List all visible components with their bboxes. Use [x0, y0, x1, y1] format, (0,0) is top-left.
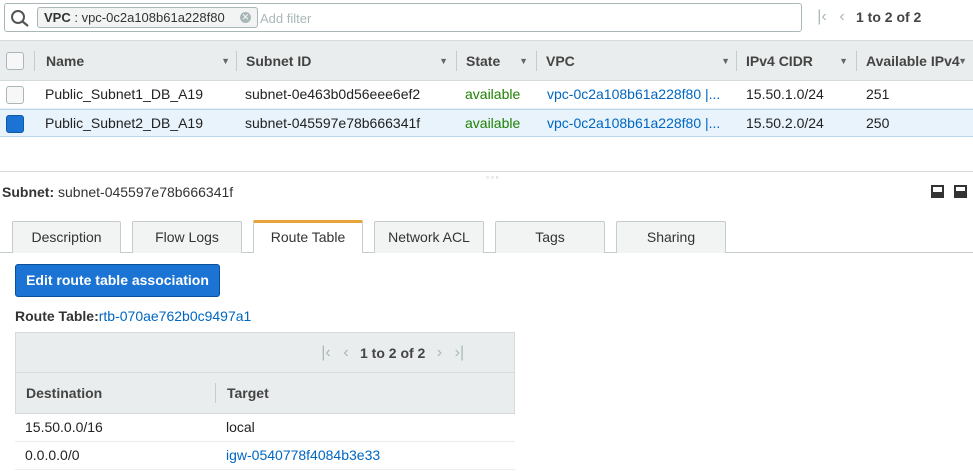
subnet-id: subnet-0e463b0d56eee6ef2: [245, 86, 421, 102]
vpc-link[interactable]: vpc-0c2a108b61a228f80 |...: [547, 110, 725, 137]
last-page-icon[interactable]: ›|: [449, 343, 469, 363]
vpc-link[interactable]: vpc-0c2a108b61a228f80 |...: [547, 81, 725, 108]
filter-bar: VPC : vpc-0c2a108b61a228f80 ✕ |‹ ‹ 1 to …: [0, 0, 973, 36]
details-subnet-id: subnet-045597e78b666341f: [58, 184, 234, 200]
add-filter-input[interactable]: [260, 9, 560, 27]
sort-caret-icon: ▼: [958, 56, 967, 66]
column-separator[interactable]: [856, 51, 857, 71]
tab-sharing[interactable]: Sharing: [616, 221, 726, 253]
collapse-pane-icon[interactable]: [931, 185, 944, 198]
tab-network-acl[interactable]: Network ACL: [374, 221, 484, 253]
routes-table-header: Destination Target: [15, 372, 515, 414]
filter-token[interactable]: VPC : vpc-0c2a108b61a228f80 ✕: [37, 7, 258, 28]
available-ipv4: 250: [866, 115, 890, 131]
filter-token-value: vpc-0c2a108b61a228f80: [81, 10, 225, 25]
sort-caret-icon: ▼: [221, 56, 230, 66]
column-separator[interactable]: [236, 51, 237, 71]
tab-route-table[interactable]: Route Table: [253, 220, 363, 253]
column-separator[interactable]: [456, 51, 457, 71]
route-table-caption: Route Table:: [15, 308, 99, 324]
close-icon[interactable]: ✕: [240, 12, 251, 23]
search-icon: [11, 10, 29, 27]
column-header-destination[interactable]: Destination: [26, 373, 206, 413]
next-page-icon[interactable]: ›: [429, 343, 449, 363]
ipv4-cidr: 15.50.1.0/24: [746, 86, 824, 102]
routes-pagination-text: 1 to 2 of 2: [360, 345, 426, 361]
subnet-id: subnet-045597e78b666341f: [245, 115, 421, 131]
routes-table: |‹ ‹ 1 to 2 of 2 › ›| Destination Target…: [15, 332, 515, 472]
details-tabs: Description Flow Logs Route Table Networ…: [0, 220, 973, 253]
pagination-text: 1 to 2 of 2: [856, 9, 922, 25]
tab-description[interactable]: Description: [12, 221, 121, 253]
row-checkbox[interactable]: [6, 115, 24, 133]
maximize-pane-icon[interactable]: [954, 185, 967, 198]
column-header-name[interactable]: Name ▼: [46, 41, 236, 81]
route-target-link[interactable]: igw-0540778f4084b3e33: [226, 442, 506, 469]
filter-token-key: VPC: [44, 10, 71, 25]
details-label: Subnet:: [2, 184, 55, 200]
route-table-label: Route Table:rtb-070ae762b0c9497a1: [15, 308, 251, 324]
details-title: Subnet: subnet-045597e78b666341f: [2, 184, 233, 200]
ipv4-cidr: 15.50.2.0/24: [746, 115, 824, 131]
tab-flow-logs[interactable]: Flow Logs: [132, 221, 242, 253]
sort-caret-icon: ▼: [839, 56, 848, 66]
subnet-name: Public_Subnet2_DB_A19: [45, 115, 204, 131]
column-header-subnet-id[interactable]: Subnet ID ▼: [246, 41, 454, 81]
route-table-link[interactable]: rtb-070ae762b0c9497a1: [99, 308, 252, 324]
routes-pagination: |‹ ‹ 1 to 2 of 2 › ›|: [316, 343, 469, 363]
table-row[interactable]: Public_Subnet2_DB_A19 subnet-045597e78b6…: [0, 109, 973, 137]
state-badge: available: [465, 115, 521, 131]
column-header-ipv4-cidr[interactable]: IPv4 CIDR ▼: [746, 41, 854, 81]
sort-caret-icon: ▼: [439, 56, 448, 66]
route-destination: 0.0.0.0/0: [25, 447, 80, 463]
first-page-icon[interactable]: |‹: [812, 7, 832, 27]
sort-caret-icon: ▼: [721, 56, 730, 66]
column-separator[interactable]: [736, 51, 737, 71]
column-separator: [34, 51, 35, 71]
column-header-state[interactable]: State ▼: [466, 41, 534, 81]
route-target: local: [226, 419, 255, 435]
select-all-checkbox[interactable]: [6, 52, 24, 70]
state-badge: available: [465, 86, 521, 102]
table-header: Name ▼ Subnet ID ▼ State ▼ VPC ▼ IPv4 CIDR ▼ …: [0, 40, 973, 81]
table-row[interactable]: Public_Subnet1_DB_A19 subnet-0e463b0d56e…: [0, 81, 973, 109]
subnet-name: Public_Subnet1_DB_A19: [45, 86, 204, 102]
edit-route-table-association-button[interactable]: Edit route table association: [15, 264, 220, 297]
grid-pagination: |‹ ‹ 1 to 2 of 2: [812, 7, 925, 27]
table-row[interactable]: 0.0.0.0/0 igw-0540778f4084b3e33: [15, 442, 515, 470]
drag-handle-icon[interactable]: ▫▫▫: [486, 173, 501, 182]
prev-page-icon[interactable]: ‹: [336, 343, 356, 363]
routes-pagination-bar: |‹ ‹ 1 to 2 of 2 › ›|: [15, 332, 515, 372]
row-checkbox[interactable]: [6, 86, 24, 104]
table-row[interactable]: 15.50.0.0/16 local: [15, 414, 515, 442]
column-separator[interactable]: [215, 383, 216, 403]
tab-tags[interactable]: Tags: [495, 221, 605, 253]
search-box[interactable]: VPC : vpc-0c2a108b61a228f80 ✕: [4, 3, 802, 32]
route-destination: 15.50.0.0/16: [25, 419, 103, 435]
pane-splitter[interactable]: ▫▫▫: [0, 171, 973, 182]
column-header-vpc[interactable]: VPC ▼: [546, 41, 736, 81]
available-ipv4: 251: [866, 86, 890, 102]
column-header-available-ipv4[interactable]: Available IPv4 ▼: [866, 41, 973, 81]
first-page-icon[interactable]: |‹: [316, 343, 336, 363]
sort-caret-icon: ▼: [519, 56, 528, 66]
subnet-table: Name ▼ Subnet ID ▼ State ▼ VPC ▼ IPv4 CIDR ▼ …: [0, 40, 973, 137]
column-separator[interactable]: [536, 51, 537, 71]
column-header-target[interactable]: Target: [227, 373, 427, 413]
prev-page-icon[interactable]: ‹: [832, 7, 852, 27]
